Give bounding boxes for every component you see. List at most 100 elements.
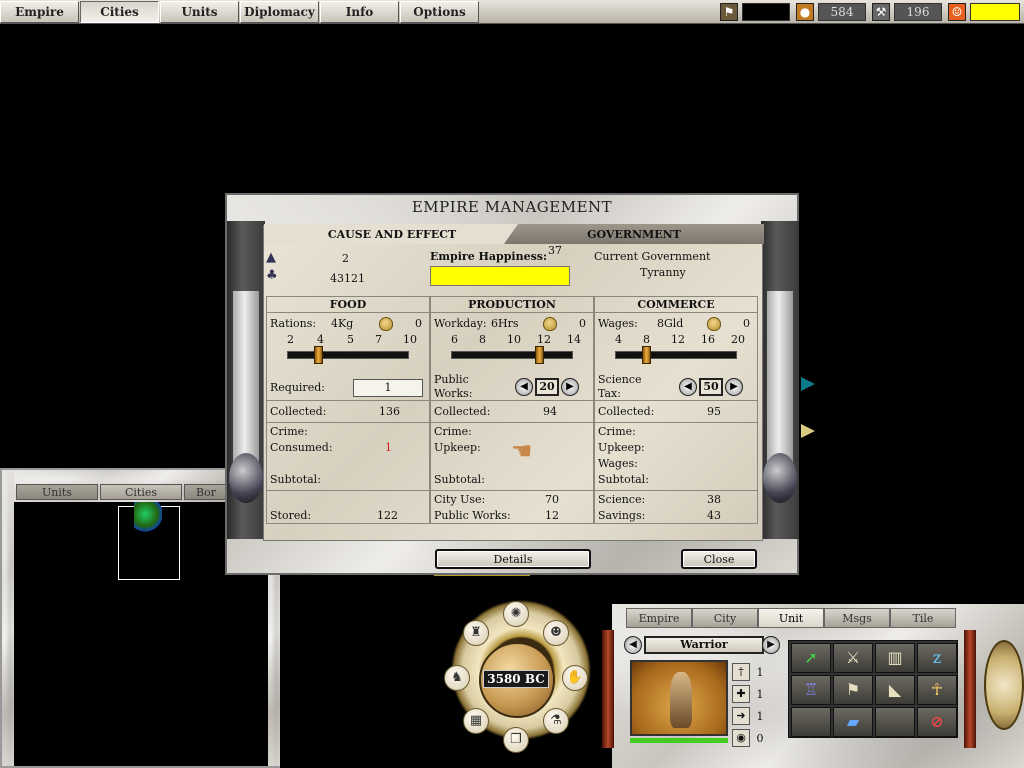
attack-swords-icon[interactable]: ⚔ bbox=[833, 643, 873, 673]
science-total-value: 38 bbox=[707, 493, 721, 506]
move-arrow-icon[interactable]: ➚ bbox=[791, 643, 831, 673]
production-scale-4: 14 bbox=[567, 333, 581, 346]
cities-count: 2 bbox=[342, 252, 349, 265]
unload-icon[interactable]: ▰ bbox=[833, 707, 873, 737]
civilopedia-wheel-icon[interactable]: ✺ bbox=[503, 601, 529, 627]
food-collected-value: 136 bbox=[379, 405, 400, 418]
tab-cause-and-effect[interactable]: CAUSE AND EFFECT bbox=[264, 224, 520, 244]
food-subtotal-label: Subtotal: bbox=[270, 473, 321, 486]
food-crime-label: Crime: bbox=[270, 425, 308, 438]
advisor-face-icon[interactable]: ☻ bbox=[543, 620, 569, 646]
population-icon: ♣ bbox=[266, 268, 278, 283]
menu-diplomacy[interactable]: Diplomacy bbox=[240, 1, 319, 23]
science-tax-value: 50 bbox=[699, 378, 723, 396]
commerce-upkeep-label: Upkeep: bbox=[598, 441, 645, 454]
left-pillar bbox=[227, 221, 265, 539]
top-menu-bar: Empire Cities Units Diplomacy Info Optio… bbox=[0, 0, 1024, 24]
menu-info[interactable]: Info bbox=[320, 1, 399, 23]
cities-icon: ▲ bbox=[266, 250, 276, 265]
minimap-tab-cities[interactable]: Cities bbox=[100, 484, 182, 500]
commerce-face-icon bbox=[707, 317, 721, 331]
cities-tower-icon[interactable]: ♜ bbox=[463, 620, 489, 646]
minimap-tab-units[interactable]: Units bbox=[16, 484, 98, 500]
city-use-value: 70 bbox=[545, 493, 559, 506]
pillage-flag-icon[interactable]: ⚑ bbox=[833, 675, 873, 705]
food-face-count: 0 bbox=[415, 317, 422, 330]
rations-slider[interactable] bbox=[287, 351, 409, 359]
works-label: Works: bbox=[434, 387, 473, 400]
production-amount: 196 bbox=[894, 3, 942, 21]
government-label: Current Government bbox=[594, 250, 711, 263]
menu-options[interactable]: Options bbox=[400, 1, 479, 23]
menu-empire[interactable]: Empire bbox=[0, 1, 79, 23]
food-scale-0: 2 bbox=[287, 333, 294, 346]
boot-move-icon[interactable]: ◣ bbox=[875, 675, 915, 705]
right-orb bbox=[763, 453, 797, 503]
diplomacy-handshake-icon[interactable]: ✋ bbox=[562, 665, 588, 691]
research-icon[interactable]: ⚑ bbox=[720, 3, 738, 21]
workday-slider[interactable] bbox=[451, 351, 573, 359]
public-works-total-label: Public Works: bbox=[434, 509, 511, 522]
next-unit-button[interactable]: ▶ bbox=[762, 636, 780, 654]
menu-units[interactable]: Units bbox=[160, 1, 239, 23]
fortify-wall-icon[interactable]: ▥ bbox=[875, 643, 915, 673]
public-works-decrease[interactable]: ◀ bbox=[515, 378, 533, 396]
happiness-label: Empire Happiness: bbox=[430, 250, 548, 263]
workday-label: Workday: bbox=[434, 317, 487, 330]
commerce-crime-label: Crime: bbox=[598, 425, 636, 438]
trade-camel-icon[interactable]: ♞ bbox=[444, 665, 470, 691]
happiness-bar bbox=[430, 266, 570, 286]
city-buildings-icon[interactable]: ▦ bbox=[463, 708, 489, 734]
right-arrow-teal-icon[interactable] bbox=[801, 377, 815, 391]
sleep-icon[interactable]: z bbox=[917, 643, 957, 673]
science-tax-increase[interactable]: ▶ bbox=[725, 378, 743, 396]
food-scale-3: 7 bbox=[375, 333, 382, 346]
order-empty-2 bbox=[875, 707, 915, 737]
close-button[interactable]: Close bbox=[681, 549, 757, 569]
attack-value: 1 bbox=[756, 665, 764, 679]
details-button[interactable]: Details bbox=[435, 549, 591, 569]
right-arrow-gold-icon[interactable] bbox=[801, 424, 815, 438]
unit-panel-tab-unit[interactable]: Unit bbox=[758, 608, 824, 628]
food-panel: FOOD Rations: 4Kg 0 2 4 5 7 10 Required:… bbox=[266, 296, 430, 524]
unit-panel-tab-tile[interactable]: Tile bbox=[890, 608, 956, 628]
workday-slider-knob[interactable] bbox=[535, 346, 544, 364]
rations-slider-knob[interactable] bbox=[314, 346, 323, 364]
workday-value: 6Hrs bbox=[491, 317, 519, 330]
wages-label: Wages: bbox=[598, 317, 638, 330]
wages-slider-knob[interactable] bbox=[642, 346, 651, 364]
commerce-face-count: 0 bbox=[743, 317, 750, 330]
menu-cities[interactable]: Cities bbox=[80, 1, 159, 23]
disband-icon[interactable]: ⊘ bbox=[917, 707, 957, 737]
commerce-collected-value: 95 bbox=[707, 405, 721, 418]
library-book-icon[interactable]: ❐ bbox=[503, 727, 529, 753]
required-field[interactable]: 1 bbox=[353, 379, 423, 397]
end-turn-button[interactable] bbox=[984, 640, 1024, 730]
movement-stat: ➜ 1 bbox=[732, 706, 766, 726]
unit-panel-tab-empire[interactable]: Empire bbox=[626, 608, 692, 628]
science-tax-decrease[interactable]: ◀ bbox=[679, 378, 697, 396]
rations-label: Rations: bbox=[270, 317, 317, 330]
unit-orders-grid: ➚ ⚔ ▥ z ♖ ⚑ ◣ ☥ ▰ ⊘ bbox=[788, 640, 958, 738]
food-scale-4: 10 bbox=[403, 333, 417, 346]
minimap-tab-borders[interactable]: Bor bbox=[184, 484, 228, 500]
commerce-panel: COMMERCE Wages: 8Gld 0 4 8 12 16 20 Scie… bbox=[594, 296, 758, 524]
city-build-icon[interactable]: ♖ bbox=[791, 675, 831, 705]
food-heading: FOOD bbox=[267, 297, 429, 313]
prev-unit-button[interactable]: ◀ bbox=[624, 636, 642, 654]
science-flask-icon[interactable]: ⚗ bbox=[543, 708, 569, 734]
tab-government[interactable]: GOVERNMENT bbox=[504, 224, 764, 244]
unit-panel-tab-city[interactable]: City bbox=[692, 608, 758, 628]
required-label: Required: bbox=[270, 381, 325, 394]
vision-icon: ◉ bbox=[732, 729, 750, 747]
public-works-increase[interactable]: ▶ bbox=[561, 378, 579, 396]
ankh-icon[interactable]: ☥ bbox=[917, 675, 957, 705]
commerce-scale-3: 16 bbox=[701, 333, 715, 346]
wages-slider[interactable] bbox=[615, 351, 737, 359]
commerce-scale-2: 12 bbox=[671, 333, 685, 346]
production-scale-0: 6 bbox=[451, 333, 458, 346]
unit-panel-tab-msgs[interactable]: Msgs bbox=[824, 608, 890, 628]
gold-icon: ● bbox=[796, 3, 814, 21]
government-value: Tyranny bbox=[640, 266, 686, 279]
vision-value: 0 bbox=[756, 731, 764, 745]
